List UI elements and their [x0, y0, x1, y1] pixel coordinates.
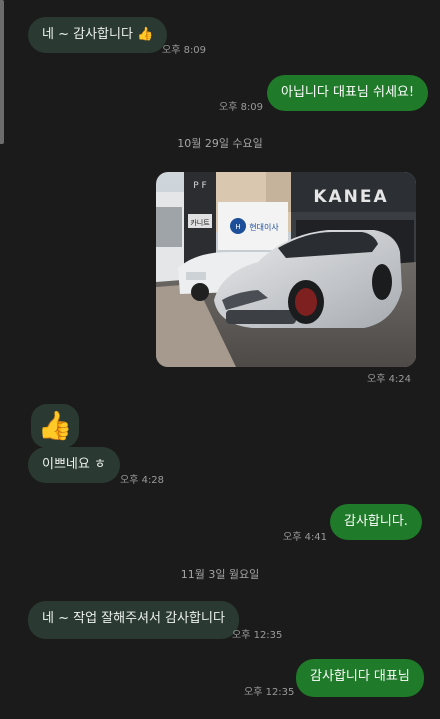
message-timestamp: 오후 4:41 [283, 532, 328, 543]
message-text: 감사합니다 대표님 [310, 669, 410, 684]
photo-message[interactable]: P F 카니트 H 현대이사 KANEA [156, 172, 416, 367]
incoming-message-bubble[interactable]: 네 ~ 작업 잘해주셔서 감사합니다 [28, 601, 239, 639]
thumbs-up-emoji: 👍 [37, 409, 73, 442]
message-timestamp: 오후 4:28 [120, 475, 165, 486]
message-text: 감사합니다. [344, 514, 408, 529]
message-timestamp: 오후 8:09 [219, 102, 264, 113]
message-text: 이쁘네요 ㅎ [42, 457, 106, 472]
date-separator: 11월 3일 월요일 [180, 568, 260, 581]
outgoing-message-bubble[interactable]: 아닙니다 대표님 쉬세요! [267, 75, 429, 111]
incoming-message-bubble[interactable]: 네 ~ 감사합니다 👍 [28, 17, 168, 53]
message-text: 아닙니다 대표님 쉬세요! [281, 85, 415, 100]
message-timestamp: 오후 12:35 [232, 630, 283, 641]
outgoing-message-bubble[interactable]: 감사합니다. [330, 504, 422, 540]
car-photo-image: P F 카니트 H 현대이사 KANEA [156, 172, 416, 367]
pillar-sign-korean: 카니트 [190, 218, 210, 227]
message-text: 네 ~ 작업 잘해주셔서 감사합니다 [42, 611, 225, 626]
pillar-sign-text: P F [193, 181, 206, 191]
date-separator: 10월 29일 수요일 [177, 137, 263, 150]
outgoing-message-bubble[interactable]: 감사합니다 대표님 [296, 659, 424, 697]
svg-text:H: H [235, 223, 240, 231]
message-text: 네 ~ 감사합니다 👍 [42, 27, 154, 42]
banner-text: 현대이사 [249, 222, 279, 232]
message-timestamp: 오후 8:09 [162, 45, 207, 56]
emoji-message[interactable]: 👍 [31, 404, 79, 448]
scroll-edge-indicator[interactable] [0, 0, 4, 144]
message-timestamp: 오후 4:24 [367, 374, 412, 385]
message-timestamp: 오후 12:35 [244, 687, 295, 698]
incoming-message-bubble[interactable]: 이쁘네요 ㅎ [28, 447, 120, 483]
store-sign-text: KANEA [313, 187, 388, 207]
